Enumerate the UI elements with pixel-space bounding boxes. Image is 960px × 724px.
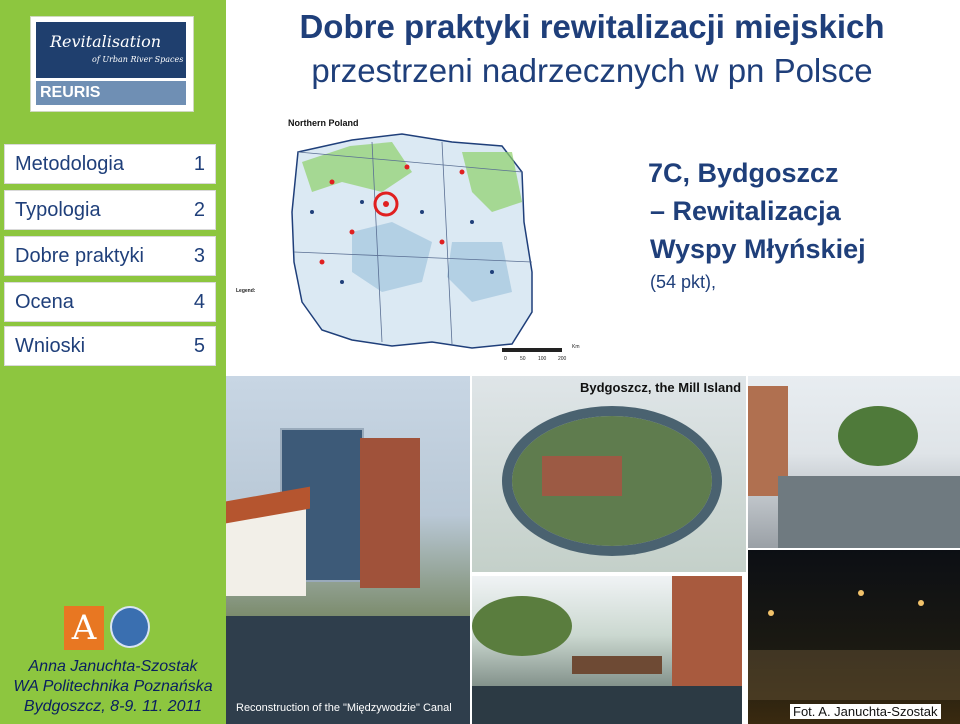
author-name: Anna Januchta-Szostak: [28, 658, 198, 675]
map-northern-poland: Northern Poland Legend: 0 50 100 200 Km: [232, 112, 584, 368]
sidebar: Revitalisation of Urban River Spaces REU…: [0, 0, 226, 724]
map-scale-100: 100: [538, 356, 547, 362]
logo-subtitle: of Urban River Spaces: [92, 55, 184, 64]
nav-label: Ocena: [15, 291, 74, 313]
example-line2: – Rewitalizacja: [650, 196, 841, 226]
reuris-logo: Revitalisation of Urban River Spaces REU…: [30, 16, 194, 112]
nav-label: Dobre praktyki: [15, 245, 144, 267]
night-canal-photo: Fot. A. Januchta-Szostak: [748, 550, 960, 724]
map-scale-unit: Km: [572, 344, 580, 350]
example-code: 7C, Bydgoszcz: [648, 158, 839, 188]
nav-number: 5: [193, 335, 205, 357]
nav-number: 4: [193, 291, 205, 313]
map-legend-title: Legend:: [236, 288, 256, 294]
mill-island-aerial: Bydgoszcz, the Mill Island: [472, 376, 746, 572]
mill-island-caption: Bydgoszcz, the Mill Island: [580, 380, 742, 395]
example-line3: Wyspy Młyńskiej: [650, 234, 866, 264]
canal-walk-photo: [472, 576, 742, 724]
nav-item-dobre-praktyki[interactable]: Dobre praktyki 3: [4, 236, 216, 276]
canal-caption: Reconstruction of the "Międzywodzie" Can…: [236, 702, 452, 714]
page-title-line2: przestrzeni nadrzecznych w pn Polsce: [311, 52, 873, 89]
map-scale-0: 0: [504, 356, 507, 362]
canal-photo: Reconstruction of the "Międzywodzie" Can…: [226, 376, 470, 724]
institution-name: WA Politechnika Poznańska: [13, 678, 213, 695]
nav-number: 2: [193, 199, 205, 221]
nav-item-metodologia[interactable]: Metodologia 1: [4, 144, 216, 184]
university-seal: [110, 606, 150, 648]
nav-number: 3: [193, 245, 205, 267]
logo-acronym: REURIS: [40, 84, 101, 101]
nav-number: 1: [193, 153, 205, 175]
nav-item-wnioski[interactable]: Wnioski 5: [4, 326, 216, 366]
nav-item-typologia[interactable]: Typologia 2: [4, 190, 216, 230]
nav-label: Typologia: [15, 199, 101, 221]
photo-credit: Fot. A. Januchta-Szostak: [790, 704, 941, 719]
academy-logo: A: [64, 606, 104, 650]
nav-label: Wnioski: [15, 335, 86, 357]
map-scale-200: 200: [558, 356, 567, 362]
page-title: Dobre praktyki rewitalizacji miejskich: [299, 8, 885, 45]
nav-item-ocena[interactable]: Ocena 4: [4, 282, 216, 322]
waterfront-photo: [748, 376, 960, 548]
map-scale-50: 50: [520, 356, 526, 362]
map-graphic: [291, 133, 562, 352]
logo-title: Revitalisation: [50, 32, 162, 51]
example-points: (54 pkt),: [650, 272, 717, 292]
place-date: Bydgoszcz, 8-9. 11. 2011: [23, 698, 203, 715]
nav-label: Metodologia: [15, 153, 124, 175]
